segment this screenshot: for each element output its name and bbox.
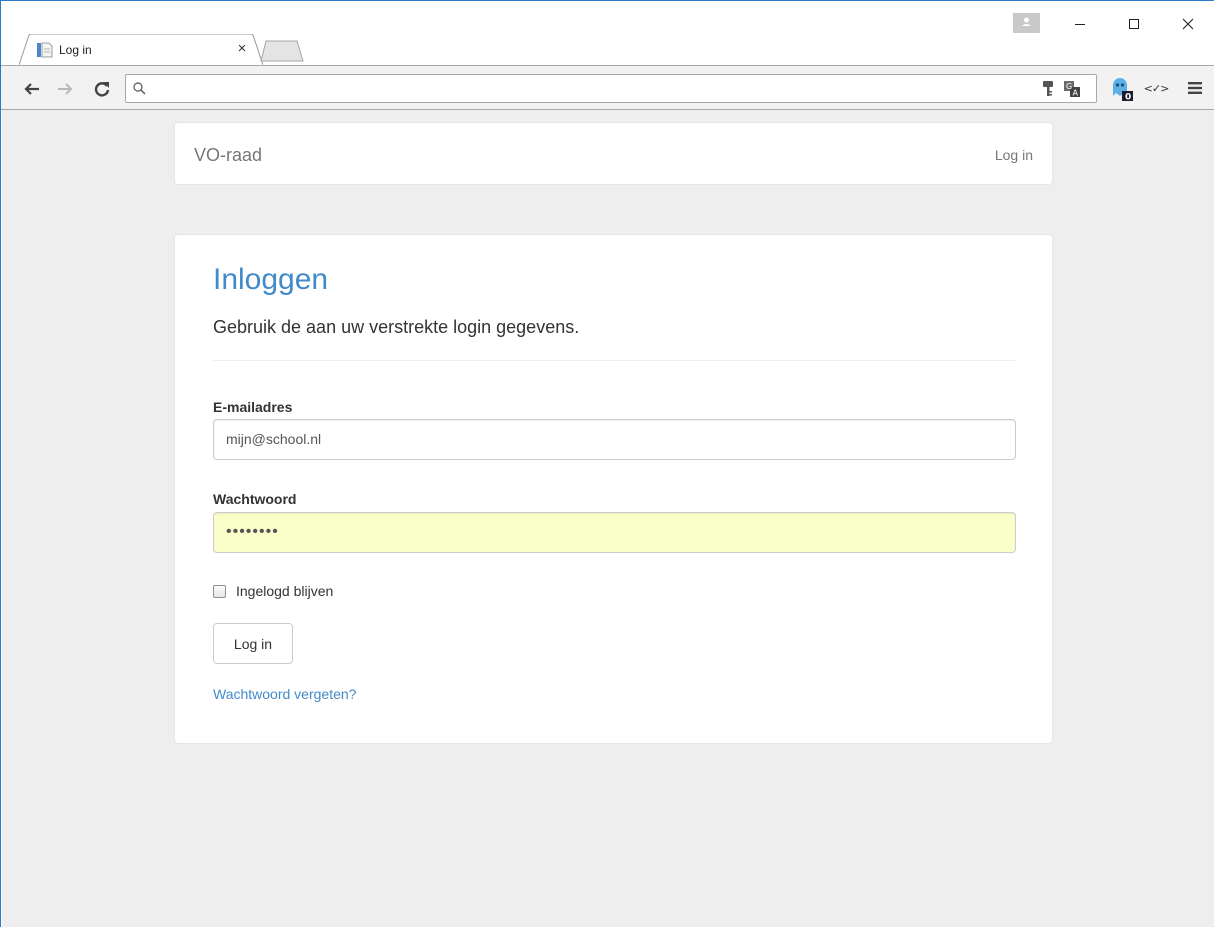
divider	[213, 360, 1015, 361]
email-label: E-mailadres	[213, 399, 293, 415]
page-subtitle: Gebruik de aan uw verstrekte login gegev…	[213, 317, 580, 337]
browser-window: Log in × G A 0 <✓> VO-raad Log in Inlogg…	[0, 0, 1214, 927]
translate-icon[interactable]: G A	[1062, 79, 1082, 99]
remember-me-label[interactable]: Ingelogd blijven	[236, 583, 333, 599]
browser-tab[interactable]: Log in ×	[19, 34, 263, 65]
new-tab-button[interactable]	[259, 40, 305, 62]
maximize-icon[interactable]	[1111, 9, 1157, 39]
tab-title: Log in	[59, 43, 92, 57]
ghostery-icon[interactable]: 0	[1109, 76, 1135, 102]
reload-icon[interactable]	[91, 78, 113, 100]
password-field[interactable]: ••••••••	[213, 512, 1016, 553]
browser-toolbar: G A 0 <✓>	[1, 65, 1214, 110]
codeview-icon[interactable]: <✓>	[1143, 78, 1170, 98]
navbar-login-link[interactable]: Log in	[995, 147, 1033, 163]
svg-text:G: G	[1066, 82, 1072, 91]
remember-me-row: Ingelogd blijven	[213, 583, 333, 599]
minimize-icon[interactable]	[1057, 9, 1103, 39]
address-bar[interactable]: G A	[125, 74, 1097, 103]
tab-close-icon[interactable]: ×	[233, 40, 251, 58]
tab-shape	[19, 34, 263, 65]
forgot-password-link[interactable]: Wachtwoord vergeten?	[213, 686, 356, 702]
password-label: Wachtwoord	[213, 491, 297, 507]
svg-text:A: A	[1073, 89, 1079, 98]
page-content: VO-raad Log in Inloggen Gebruik de aan u…	[2, 110, 1214, 927]
page-icon	[37, 42, 53, 58]
page-title: Inloggen	[213, 263, 329, 296]
profile-icon[interactable]	[1013, 13, 1040, 33]
key-icon[interactable]	[1038, 79, 1058, 99]
tab-strip: Log in ×	[1, 1, 1214, 65]
login-button[interactable]: Log in	[213, 623, 293, 664]
site-brand[interactable]: VO-raad	[194, 145, 262, 166]
remember-me-checkbox[interactable]	[213, 584, 226, 598]
close-icon[interactable]	[1165, 9, 1211, 39]
login-panel: Inloggen Gebruik de aan uw verstrekte lo…	[174, 234, 1053, 744]
menu-icon[interactable]	[1185, 78, 1205, 98]
ghostery-count: 0	[1125, 93, 1131, 103]
codeview-label: <✓>	[1143, 81, 1170, 95]
site-navbar: VO-raad Log in	[174, 122, 1053, 185]
back-icon[interactable]	[21, 78, 43, 100]
forward-icon[interactable]	[54, 78, 76, 100]
search-icon	[132, 81, 148, 97]
email-field[interactable]: mijn@school.nl	[213, 419, 1016, 460]
